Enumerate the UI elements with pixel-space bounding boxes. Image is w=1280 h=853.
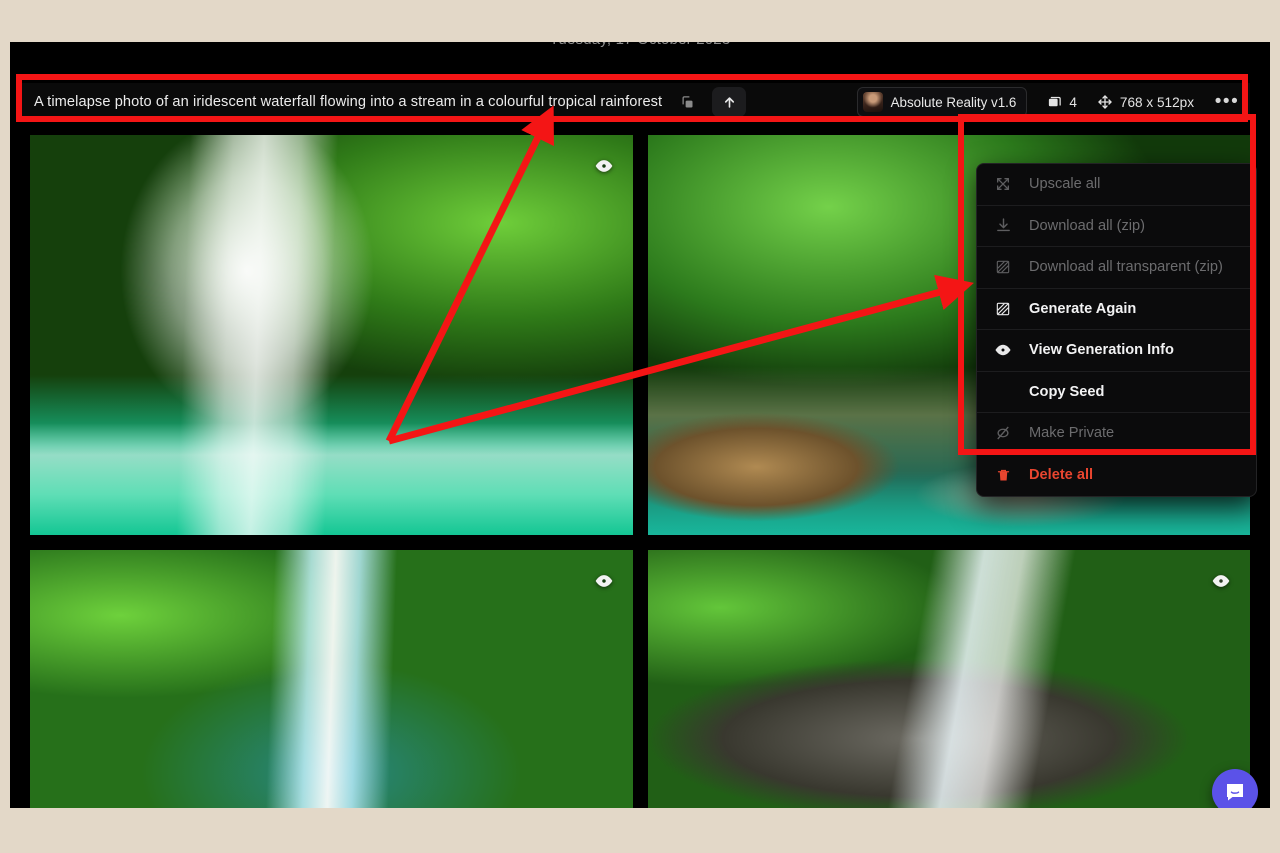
- menu-item-label: Download all transparent (zip): [1029, 259, 1223, 276]
- date-header: Tuesday, 17 October 2023: [10, 42, 1270, 48]
- menu-item-delete-all[interactable]: Delete all: [977, 455, 1256, 497]
- menu-item-copy-seed[interactable]: Copy Seed: [977, 372, 1256, 413]
- eye-icon[interactable]: [1208, 568, 1234, 594]
- menu-item-label: Download all (zip): [1029, 217, 1145, 234]
- eye-icon[interactable]: [591, 568, 617, 594]
- prompt-text: A timelapse photo of an iridescent water…: [34, 94, 663, 110]
- transparent-icon: [993, 299, 1013, 319]
- ellipsis-icon[interactable]: •••: [1214, 89, 1240, 115]
- image-dimensions[interactable]: 768 x 512px: [1097, 94, 1194, 110]
- toolbar-right: Absolute Reality v1.6 4 768 x 512px •••: [856, 87, 1240, 117]
- menu-item-view-generation-info[interactable]: View Generation Info: [977, 330, 1256, 372]
- menu-item-label: View Generation Info: [1029, 342, 1174, 359]
- generated-image-3[interactable]: [30, 550, 633, 808]
- generated-image-4[interactable]: [647, 550, 1250, 808]
- menu-item-label: Copy Seed: [1029, 383, 1105, 400]
- menu-item-make-private[interactable]: Make Private: [977, 413, 1256, 455]
- menu-item-generate-again[interactable]: Generate Again: [977, 289, 1256, 330]
- menu-item-download-all[interactable]: Download all (zip): [977, 206, 1256, 247]
- image-4-content: [647, 550, 1250, 808]
- menu-item-label: Generate Again: [1029, 300, 1137, 317]
- eye-off-icon: [993, 423, 1013, 443]
- images-icon: [1047, 95, 1062, 110]
- chat-bubble-icon[interactable]: [1212, 769, 1258, 808]
- model-selector[interactable]: Absolute Reality v1.6: [856, 87, 1028, 117]
- generated-image-1[interactable]: [30, 135, 633, 535]
- image-1-content: [30, 135, 633, 535]
- menu-item-upscale-all[interactable]: Upscale all: [977, 164, 1256, 206]
- menu-item-label: Make Private: [1029, 425, 1115, 442]
- prompt-bar[interactable]: A timelapse photo of an iridescent water…: [22, 83, 1250, 121]
- transparent-icon: [993, 257, 1013, 277]
- bulk-actions-menu: Upscale all Download all (zip) Download …: [976, 163, 1257, 497]
- image-dimensions-value: 768 x 512px: [1119, 94, 1194, 110]
- arrow-up-icon[interactable]: [712, 87, 747, 117]
- menu-item-download-all-transparent[interactable]: Download all transparent (zip): [977, 247, 1256, 289]
- no-icon: [993, 382, 1013, 402]
- trash-icon: [993, 465, 1013, 485]
- menu-item-label: Upscale all: [1029, 176, 1101, 193]
- eye-icon: [993, 340, 1013, 360]
- expand-icon: [993, 174, 1013, 194]
- image-count-value: 4: [1069, 94, 1077, 110]
- screenshot-stage: Tuesday, 17 October 2023 A timelapse pho…: [0, 0, 1280, 853]
- resize-icon: [1097, 94, 1113, 110]
- image-count[interactable]: 4: [1047, 95, 1077, 110]
- menu-item-label: Delete all: [1029, 467, 1094, 484]
- model-name: Absolute Reality v1.6: [890, 94, 1017, 110]
- download-icon: [993, 216, 1013, 236]
- copy-icon[interactable]: [676, 91, 698, 113]
- image-3-content: [30, 550, 633, 808]
- eye-icon[interactable]: [591, 153, 617, 179]
- model-avatar: [862, 92, 883, 112]
- app-window: Tuesday, 17 October 2023 A timelapse pho…: [10, 42, 1270, 808]
